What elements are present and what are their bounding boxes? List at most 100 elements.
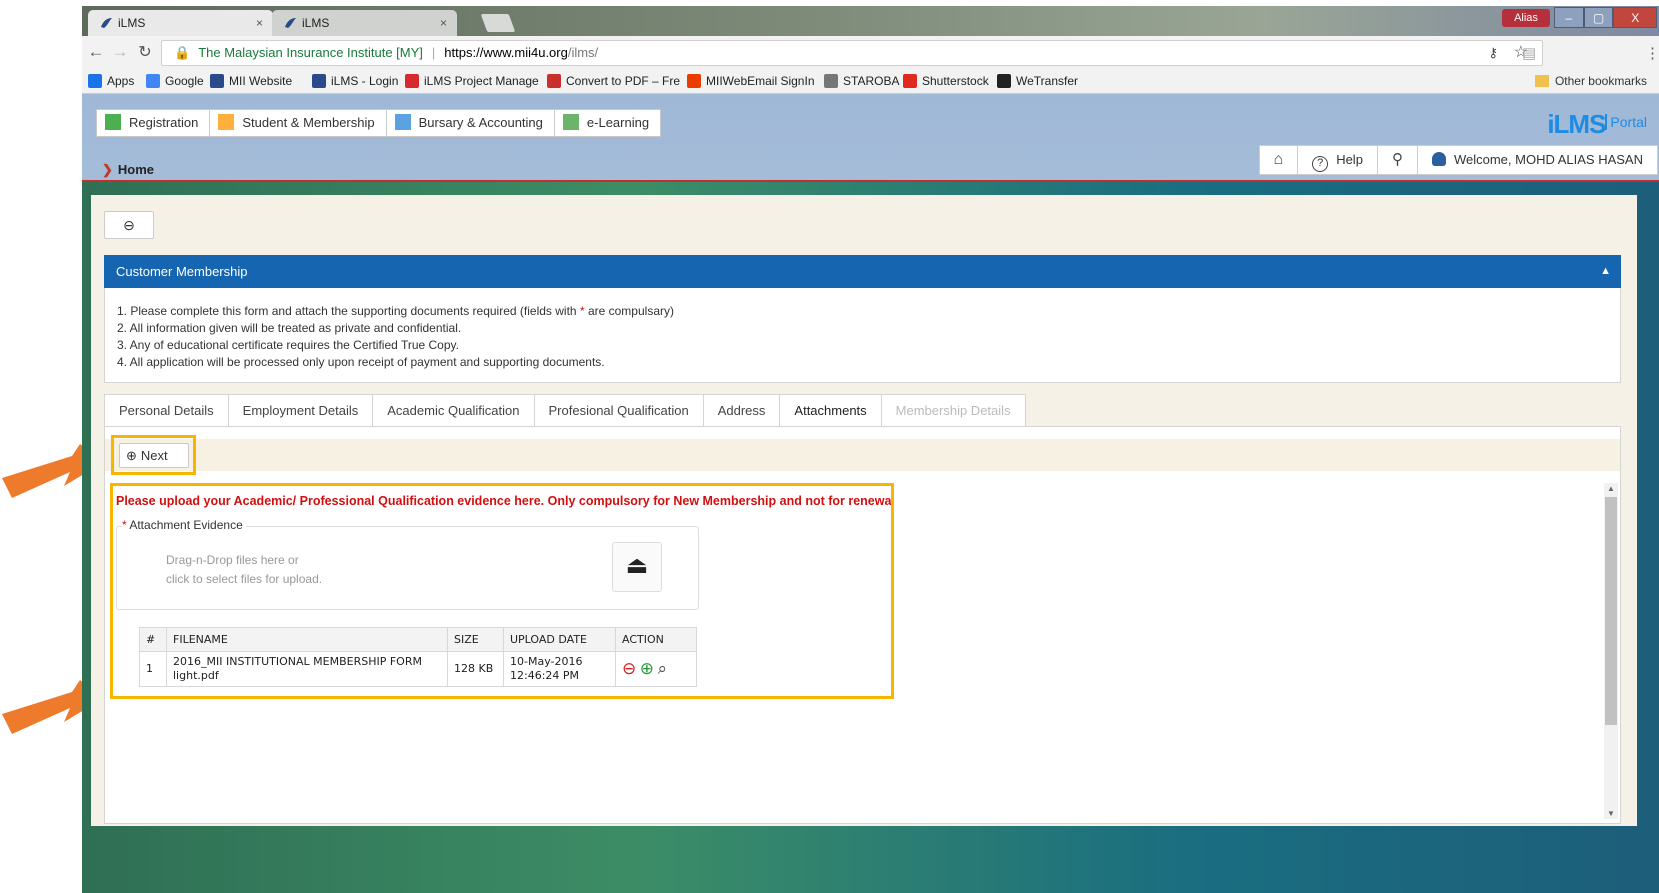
bookmark-item[interactable]: STAROBA (824, 74, 899, 88)
url-path: /ilms/ (567, 45, 599, 60)
address-bar[interactable]: 🔒 The Malaysian Insurance Institute [MY] |… (161, 40, 1543, 66)
bookmark-label: MII Website (229, 74, 293, 88)
username: MOHD ALIAS HASAN (1515, 152, 1643, 167)
module-e-learning[interactable]: e-Learning (555, 110, 660, 136)
browser-window: iLMS × iLMS × Alias ‒ ▢ X ← → ↻ 🔒 The Mal… (82, 6, 1659, 893)
bookmark-label: Convert to PDF – Fre (566, 74, 681, 88)
bookmark-label: Apps (107, 74, 135, 88)
tab-address[interactable]: Address (703, 394, 781, 427)
bookmark-label: iLMS Project Manage (424, 74, 539, 88)
user-avatar-icon (1431, 152, 1446, 166)
tab-personal-details[interactable]: Personal Details (104, 394, 229, 427)
extension-icon[interactable]: ▤ (1522, 44, 1536, 62)
site-identity: The Malaysian Insurance Institute [MY] (198, 45, 423, 60)
module-menu: Registration Student & Membership Bursar… (96, 109, 662, 137)
key-icon[interactable]: ⚷ (1488, 41, 1498, 65)
breadcrumb[interactable]: ❯ Home (102, 162, 154, 178)
module-color-square-icon (562, 114, 579, 130)
scroll-up-arrow-icon[interactable]: ▲ (1604, 484, 1618, 493)
browser-tab-2[interactable]: iLMS × (272, 10, 457, 36)
maximize-button[interactable]: ▢ (1583, 7, 1614, 28)
bookmark-item[interactable]: iLMS - Login (312, 74, 398, 88)
tab-title: iLMS (302, 16, 330, 30)
link-icon: ⚲ (1391, 151, 1403, 168)
new-tab-button[interactable] (480, 14, 516, 32)
close-button[interactable]: X (1613, 7, 1658, 28)
mii-bird-icon (101, 18, 112, 28)
instructions-panel: 1. Please complete this form and attach … (104, 288, 1621, 383)
other-bookmarks-label: Other bookmarks (1554, 74, 1647, 88)
module-label: Registration (129, 115, 199, 130)
content-area: ⊖ Customer Membership ▲ 1. Please comple… (91, 195, 1637, 826)
highlight-box-attachments (110, 483, 894, 699)
required-star: * (579, 304, 585, 318)
other-bookmarks-folder[interactable]: Other bookmarks (1534, 74, 1647, 88)
forward-arrow-icon[interactable]: → (109, 42, 131, 62)
bookmark-item[interactable]: MIIWebEmail SignIn (687, 74, 815, 88)
ilms-portal-logo: iLMS Portal (1547, 109, 1647, 140)
bookmark-item[interactable]: Google (146, 74, 204, 88)
tab-academic-qualification[interactable]: Academic Qualification (373, 394, 535, 427)
tab-membership-details: Membership Details (881, 394, 1026, 427)
breadcrumb-home: Home (117, 162, 155, 177)
attachments-tab-panel: ⊕ Next Please upload your Academic/ Profe… (104, 426, 1621, 824)
profile-button[interactable]: Alias (1502, 9, 1550, 27)
bookmark-item[interactable]: Convert to PDF – Fre (547, 74, 680, 88)
tab-attachments[interactable]: Attachments (780, 394, 882, 427)
menu-icon[interactable]: ⋮ (1645, 44, 1659, 62)
bookmark-label: WeTransfer (1016, 74, 1079, 88)
user-menu[interactable]: Welcome, MOHD ALIAS HASAN (1418, 146, 1657, 174)
instruction-text: 1. Please complete this form and attach … (117, 304, 577, 318)
tab-employment-details[interactable]: Employment Details (228, 394, 374, 427)
module-color-square-icon (394, 114, 411, 130)
browser-tab-1[interactable]: iLMS × (88, 10, 273, 36)
people-icon (405, 74, 419, 88)
browser-toolbar: ← → ↻ 🔒 The Malaysian Insurance Institute… (82, 36, 1659, 70)
module-bursary-accounting[interactable]: Bursary & Accounting (387, 110, 555, 136)
tab-strip: iLMS × iLMS × Alias ‒ ▢ X (82, 6, 1659, 36)
collapse-caret-icon[interactable]: ▲ (1600, 255, 1611, 288)
module-registration[interactable]: Registration (97, 110, 211, 136)
ilms-app: Registration Student & Membership Bursar… (82, 94, 1659, 893)
tab-close-icon[interactable]: × (440, 10, 447, 36)
vertical-scrollbar[interactable]: ▲ ▼ (1604, 483, 1618, 819)
mii-bird-icon (210, 74, 224, 88)
form-tabs: Personal Details Employment Details Acad… (104, 394, 1026, 427)
bookmark-label: MIIWebEmail SignIn (706, 74, 815, 88)
reload-icon[interactable]: ↻ (134, 42, 156, 62)
bookmark-item[interactable]: WeTransfer (997, 74, 1078, 88)
pdf-icon (547, 74, 561, 88)
home-icon: ⌂ (1273, 151, 1284, 168)
logo-text: iLMS (1547, 109, 1606, 139)
bookmark-item[interactable]: Apps (88, 74, 134, 88)
logo-subtext: Portal (1605, 114, 1647, 130)
bookmark-item[interactable]: iLMS Project Manage (405, 74, 539, 88)
user-toolbar: ⌂ ? Help ⚲ Welcome, MOHD ALIAS HASAN (1258, 145, 1658, 175)
google-icon (146, 74, 160, 88)
window-controls: ‒ ▢ X (1554, 7, 1658, 28)
minimize-button[interactable]: ‒ (1554, 7, 1584, 28)
instruction-line-1: 1. Please complete this form and attach … (117, 303, 1608, 320)
home-button[interactable]: ⌂ (1260, 146, 1299, 174)
scrollbar-thumb[interactable] (1605, 497, 1617, 725)
back-button[interactable]: ⊖ (104, 211, 154, 239)
module-color-square-icon (105, 114, 121, 130)
bookmark-label: Shutterstock (922, 74, 989, 88)
page-icon (824, 74, 838, 88)
tab-close-icon[interactable]: × (256, 10, 263, 36)
module-student-membership[interactable]: Student & Membership (210, 110, 387, 136)
help-button[interactable]: ? Help (1298, 146, 1378, 174)
address-separator: | (431, 45, 436, 60)
scroll-down-arrow-icon[interactable]: ▼ (1604, 809, 1618, 818)
url-host: https://www.mii4u.org (444, 45, 568, 60)
back-arrow-icon[interactable]: ← (85, 42, 107, 62)
circle-arrow-left-icon: ⊖ (123, 217, 135, 233)
wizard-toolbar: ⊕ Next (105, 439, 1620, 471)
highlight-box-next (111, 435, 196, 475)
bookmark-item[interactable]: MII Website (210, 74, 292, 88)
bookmark-item[interactable]: Shutterstock (903, 74, 989, 88)
panel-header[interactable]: Customer Membership ▲ (104, 255, 1621, 288)
office-icon (687, 74, 701, 88)
tab-professional-qualification[interactable]: Profesional Qualification (534, 394, 704, 427)
settings-button[interactable]: ⚲ (1378, 146, 1418, 174)
